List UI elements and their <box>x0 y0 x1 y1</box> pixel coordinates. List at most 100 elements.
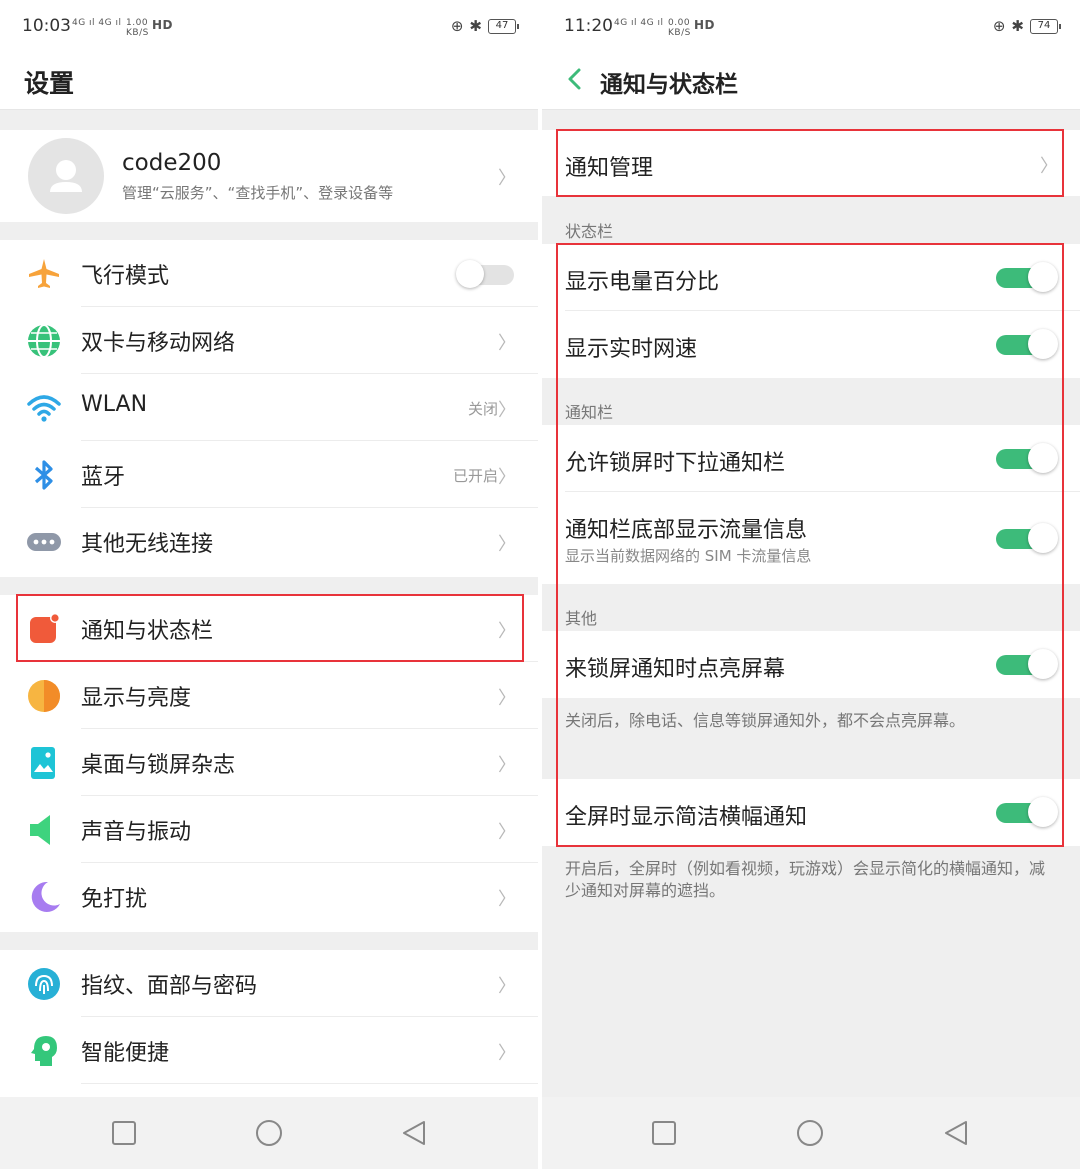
data-usage-toggle[interactable] <box>996 523 1058 553</box>
security-group: 指纹、面部与密码 〉 智能便捷 〉 <box>0 950 538 1097</box>
fullscreen-banner-toggle[interactable] <box>996 797 1058 827</box>
status-time: 11:20 <box>564 16 613 36</box>
wallpaper-icon <box>31 747 55 779</box>
more-dots-icon <box>27 533 61 551</box>
fullscreen-banner-row[interactable]: 全屏时显示简洁横幅通知 <box>542 779 1080 846</box>
account-subtitle: 管理“云服务”、“查找手机”、登录设备等 <box>122 184 394 202</box>
row-label: 允许锁屏时下拉通知栏 <box>565 451 786 476</box>
row-label: 双卡与移动网络 <box>81 331 236 356</box>
battery-percent-row[interactable]: 显示电量百分比 <box>542 244 1080 311</box>
account-name: code200 <box>122 150 222 176</box>
chevron-right-icon: 〉 <box>498 755 516 776</box>
notification-statusbar-row[interactable]: 通知与状态栏 〉 <box>0 595 538 662</box>
display-brightness-row[interactable]: 显示与亮度 〉 <box>0 662 538 729</box>
fingerprint-row[interactable]: 指纹、面部与密码 〉 <box>0 950 538 1017</box>
row-label: 通知管理 <box>565 156 654 181</box>
wlan-row[interactable]: WLAN 关闭 〉 <box>0 374 538 441</box>
battery-icon: 74 <box>1030 18 1061 34</box>
row-label: 显示电量百分比 <box>565 270 720 295</box>
sound-vibration-row[interactable]: 声音与振动 〉 <box>0 796 538 863</box>
fullscreen-banner-desc: 开启后，全屏时（例如看视频，玩游戏）会显示简化的横幅通知，减少通知对屏幕的遮挡。 <box>565 859 1046 900</box>
bluetooth-status: 已开启 <box>452 467 498 485</box>
lock-rotation-icon: ⊕ <box>450 17 464 35</box>
wifi-icon <box>27 395 61 422</box>
net-speed-toggle[interactable] <box>996 329 1058 359</box>
bluetooth-icon <box>34 460 53 490</box>
fingerprint-icon <box>28 968 60 1000</box>
airplane-icon <box>29 259 59 288</box>
navigation-bar <box>0 1097 538 1169</box>
wake-on-notification-desc: 关闭后，除电话、信息等锁屏通知外，都不会点亮屏幕。 <box>565 711 966 730</box>
row-label: 通知栏底部显示流量信息 <box>565 518 808 543</box>
data-usage-row[interactable]: 通知栏底部显示流量信息 显示当前数据网络的 SIM 卡流量信息 <box>542 492 1080 584</box>
smart-convenience-row[interactable]: 智能便捷 〉 <box>0 1017 538 1084</box>
pulldown-locked-row[interactable]: 允许锁屏时下拉通知栏 <box>542 425 1080 492</box>
chevron-right-icon: 〉 <box>498 168 516 189</box>
page-title: 通知与状态栏 <box>600 72 738 98</box>
chevron-right-icon: 〉 <box>498 1043 516 1064</box>
row-sublabel: 显示当前数据网络的 SIM 卡流量信息 <box>565 547 812 565</box>
avatar <box>28 138 104 214</box>
home-icon[interactable] <box>796 1119 824 1147</box>
pulldown-locked-toggle[interactable] <box>996 443 1058 473</box>
notification-management-row[interactable]: 通知管理 〉 <box>542 130 1080 196</box>
dual-sim-row[interactable]: 双卡与移动网络 〉 <box>0 307 538 374</box>
settings-screen: 10:03 4G ıl 4G ıl 1.00 KB/S HD ⊕ ✱ 47 设置 … <box>0 0 538 1169</box>
row-label: 指纹、面部与密码 <box>81 974 258 999</box>
back-icon[interactable] <box>942 1119 970 1147</box>
brightness-icon <box>28 680 60 712</box>
net-speed: 1.00 KB/S <box>126 18 149 38</box>
notification-settings-screen: 11:20 4G ıl 4G ıl 0.00 KB/S HD ⊕ ✱ 74 通知与… <box>542 0 1080 1169</box>
speaker-icon <box>30 815 50 845</box>
desktop-lockscreen-row[interactable]: 桌面与锁屏杂志 〉 <box>0 729 538 796</box>
wlan-status: 关闭 <box>467 400 498 418</box>
notification-icon <box>30 613 60 643</box>
chevron-right-icon: 〉 <box>498 333 516 354</box>
person-icon <box>50 160 82 192</box>
chevron-right-icon: 〉 <box>498 534 516 555</box>
chevron-right-icon: 〉 <box>498 822 516 843</box>
hd-icon: HD <box>152 18 174 32</box>
back-icon[interactable] <box>400 1119 428 1147</box>
airplane-mode-toggle[interactable] <box>456 260 516 288</box>
hd-icon: HD <box>694 18 716 32</box>
row-label: 蓝牙 <box>81 465 126 490</box>
back-arrow-icon[interactable] <box>564 62 584 96</box>
section-header-status-bar: 状态栏 <box>565 222 614 241</box>
row-label: 免打扰 <box>81 887 148 912</box>
page-title: 设置 <box>24 69 75 98</box>
home-icon[interactable] <box>255 1119 283 1147</box>
wake-on-notification-row[interactable]: 来锁屏通知时点亮屏幕 <box>542 631 1080 698</box>
battery-percent-toggle[interactable] <box>996 262 1058 292</box>
airplane-mode-row[interactable]: 飞行模式 <box>0 240 538 307</box>
other-wireless-row[interactable]: 其他无线连接 〉 <box>0 508 538 575</box>
net-speed-row[interactable]: 显示实时网速 <box>542 311 1080 378</box>
chevron-right-icon: 〉 <box>498 889 516 910</box>
status-bar: 10:03 4G ıl 4G ıl 1.00 KB/S HD ⊕ ✱ 47 <box>0 0 538 56</box>
bluetooth-status-icon: ✱ <box>1011 17 1024 35</box>
chevron-right-icon: 〉 <box>498 621 516 642</box>
globe-icon <box>28 324 60 358</box>
navigation-bar <box>542 1097 1080 1169</box>
account-card[interactable]: code200 管理“云服务”、“查找手机”、登录设备等 〉 <box>0 130 538 222</box>
bluetooth-status-icon: ✱ <box>469 17 482 35</box>
recent-apps-icon[interactable] <box>110 1119 138 1147</box>
battery-icon: 47 <box>488 18 519 34</box>
row-label: 声音与振动 <box>81 820 192 845</box>
connectivity-group: 飞行模式 双卡与移动网络 〉 WLAN 关闭 〉 蓝牙 已开启 〉 其他无线连接… <box>0 240 538 577</box>
row-label: WLAN <box>81 392 148 417</box>
section-header-notification-bar: 通知栏 <box>565 403 614 422</box>
row-label: 智能便捷 <box>81 1041 170 1066</box>
row-label: 桌面与锁屏杂志 <box>81 753 236 778</box>
bluetooth-row[interactable]: 蓝牙 已开启 〉 <box>0 441 538 508</box>
row-label: 飞行模式 <box>81 264 170 289</box>
display-group: 通知与状态栏 〉 显示与亮度 〉 桌面与锁屏杂志 〉 声音与振动 〉 免打扰 〉 <box>0 595 538 932</box>
recent-apps-icon[interactable] <box>650 1119 678 1147</box>
do-not-disturb-row[interactable]: 免打扰 〉 <box>0 863 538 930</box>
wake-on-notification-toggle[interactable] <box>996 649 1058 679</box>
status-bar: 11:20 4G ıl 4G ıl 0.00 KB/S HD ⊕ ✱ 74 <box>542 0 1080 56</box>
row-label: 显示实时网速 <box>565 337 698 362</box>
header: 通知与状态栏 <box>542 56 1080 110</box>
chevron-right-icon: 〉 <box>498 688 516 709</box>
net-speed: 0.00 KB/S <box>668 18 691 38</box>
